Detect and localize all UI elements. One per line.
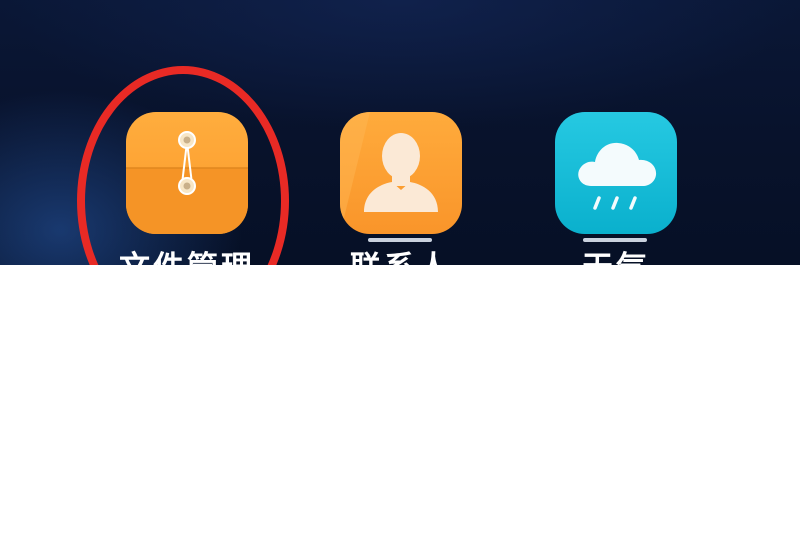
app-weather[interactable]: [555, 112, 677, 234]
app-label-contacts: 联系人: [311, 248, 491, 265]
person-icon: [340, 112, 438, 234]
blank-area: [0, 265, 800, 533]
rain-cloud-icon: [578, 142, 657, 210]
app-label-weather: 天气: [526, 248, 706, 265]
home-screen: 文件管理 联系人 天气: [0, 0, 800, 265]
dock-indicator-weather: [583, 238, 647, 242]
highlight-ring: [77, 66, 289, 265]
dock-indicator-contacts: [368, 238, 432, 242]
app-contacts[interactable]: [340, 112, 462, 234]
